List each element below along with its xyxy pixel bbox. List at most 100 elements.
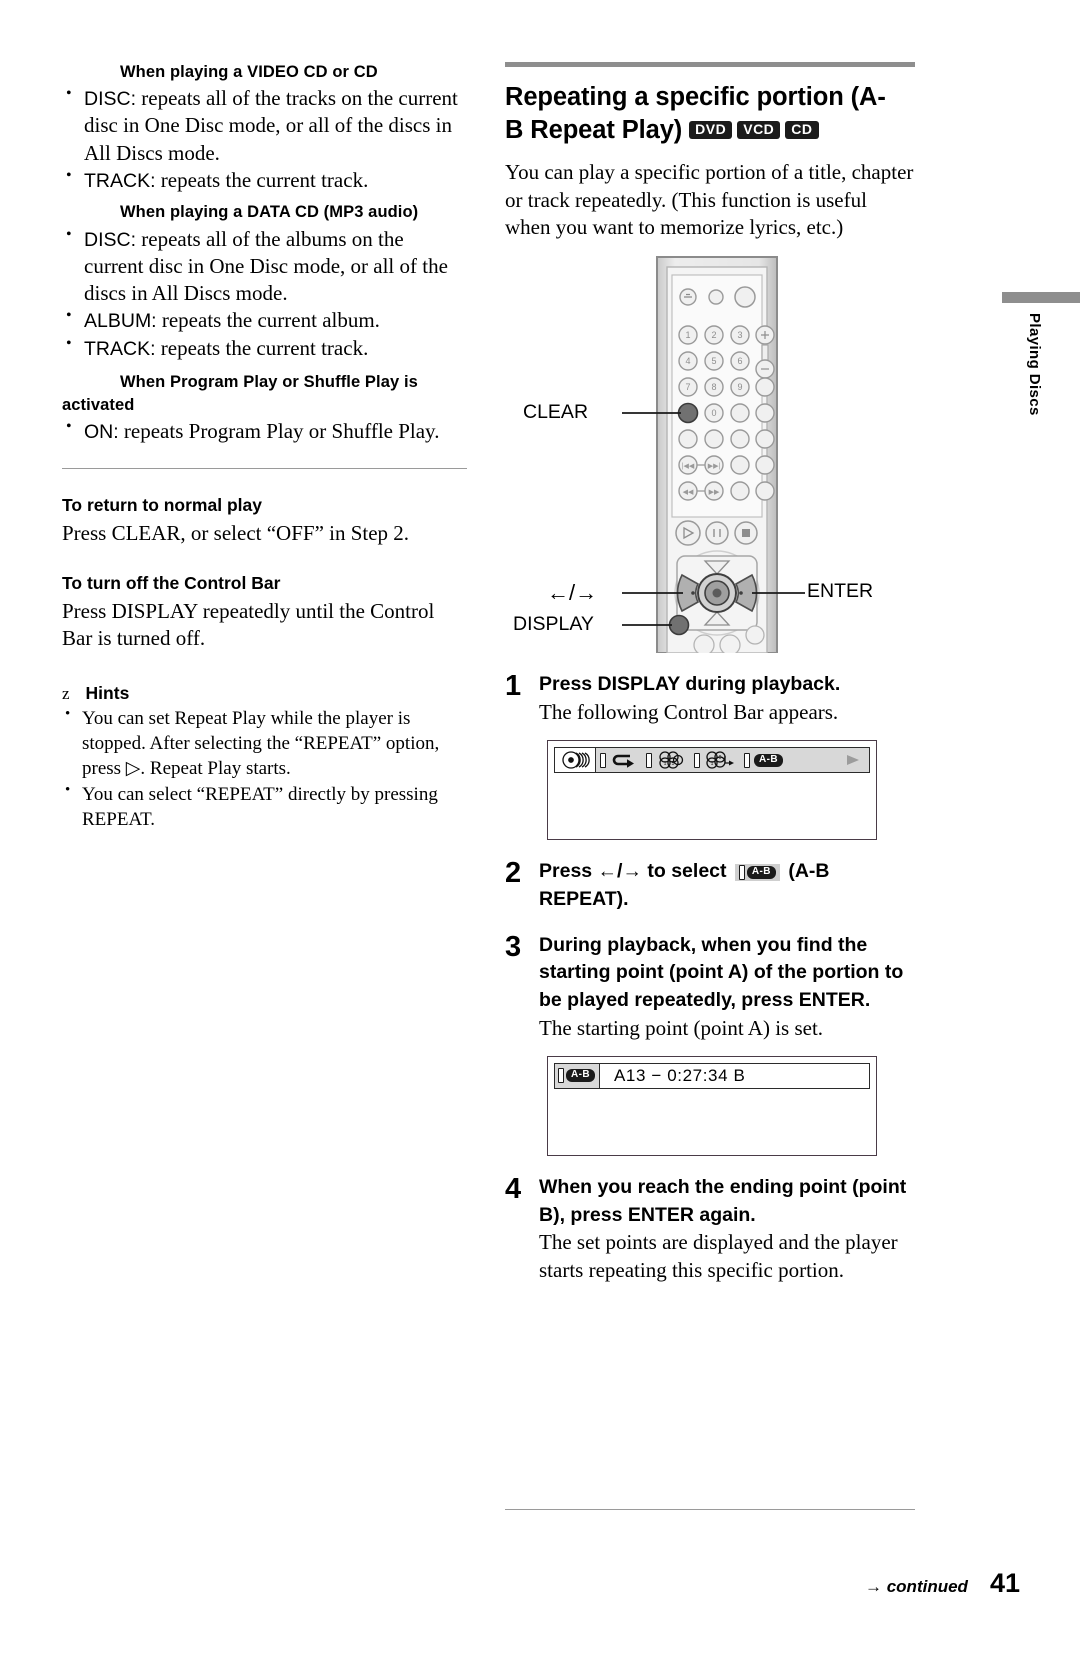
ab-point-screen-mockup: A-B A13 − 0:27:34 B [547,1055,877,1156]
step-4: 4 When you reach the ending point (point… [505,1174,915,1284]
item-text: repeats the current track. [155,168,369,193]
svg-text:▶▶: ▶▶ [709,489,720,496]
manual-page: When playing a VIDEO CD or CD DISC: repe… [0,0,1080,1677]
footer-divider [505,1509,915,1510]
data-cd-heading: When playing a DATA CD (MP3 audio) [120,203,419,222]
svg-text:6: 6 [737,356,742,366]
section-title-line1: Repeating a specific portion (A- [505,83,886,111]
ab-repeat-label: A-B [566,1069,595,1083]
step-detail: The starting point (point A) is set. [539,1015,824,1040]
item-label: ALBUM: [84,310,157,333]
to-turn-off-heading: To turn off the Control Bar [62,572,281,593]
side-chapter-tab: Playing Discs [1002,292,1080,416]
to-return-body: Press CLEAR, or select “OFF” in Step 2. [62,520,410,545]
item-label: DISC: [84,228,137,251]
item-text: repeats all of the albums on the current… [84,226,448,306]
video-cd-list: DISC: repeats all of the tracks on the c… [62,84,467,194]
ab-point-value: A13 − 0:27:34 B [613,1065,746,1085]
svg-text:5: 5 [711,356,716,366]
item-label: TRACK: [84,170,156,193]
item-text: repeats Program Play or Shuffle Play. [118,419,440,444]
list-item: TRACK: repeats the current track. [62,334,467,362]
control-bar: 15 10 A-B [554,747,870,774]
ab-status-line: A-B A13 − 0:27:34 B [554,1062,870,1089]
to-turn-off-body: Press DISPLAY repeatedly until the Contr… [62,598,435,651]
svg-text:3: 3 [737,330,742,340]
step-number: 1 [505,670,522,703]
program-play-section: When Program Play or Shuffle Play is act… [62,372,467,416]
page-number: 41 [989,1568,1020,1598]
svg-text:1: 1 [711,761,714,767]
step-number: 3 [505,930,522,963]
item-label: DISC: [84,88,137,111]
svg-text:▶▶|: ▶▶| [708,463,721,470]
control-bar-screen-mockup: 15 10 A-B [547,740,877,841]
hints-list: You can set Repeat Play while the player… [62,705,467,832]
section-top-rule [505,62,915,67]
track-number-icon: 15 [642,748,690,772]
svg-text:0: 0 [711,408,716,418]
repeat-arrow-icon [596,748,642,772]
step-1: 1 Press DISPLAY during playback. The fol… [505,671,915,726]
data-cd-list: DISC: repeats all of the albums on the c… [62,225,467,363]
list-item: DISC: repeats all of the albums on the c… [62,225,467,308]
side-tab-bar [1002,292,1080,303]
badge-dvd: DVD [689,120,733,140]
callout-left-right-arrows: ←/→ [547,580,598,606]
video-cd-heading: When playing a VIDEO CD or CD [120,63,378,81]
item-text: repeats the current album. [156,308,380,333]
list-item: ON: repeats Program Play or Shuffle Play… [62,417,467,445]
svg-text:2: 2 [711,330,716,340]
step-instruction: Press DISPLAY during playback. [539,673,841,696]
step-instruction-pre: Press ←/→ to select [539,860,727,883]
svg-text:8: 8 [711,382,716,392]
step-instruction: During playback, when you find the start… [539,933,904,1011]
list-item: TRACK: repeats the current track. [62,166,467,194]
step-2: 2 Press ←/→ to select A-B (A-B REPEAT). [505,858,915,913]
ab-repeat-icon-inline: A-B [734,864,780,882]
list-item: You can select “REPEAT” directly by pres… [62,781,467,832]
svg-text:0: 0 [719,755,722,761]
side-tab-label: Playing Discs [1026,313,1043,416]
svg-text:7: 7 [685,382,690,392]
intro-paragraph: You can play a specific portion of a tit… [505,160,914,239]
svg-text:5: 5 [672,761,675,767]
svg-text:9: 9 [737,382,742,392]
callout-enter: ENTER [807,580,874,603]
callout-display: DISPLAY [513,613,594,636]
left-column: When playing a VIDEO CD or CD DISC: repe… [62,62,467,833]
step-number: 2 [505,857,522,890]
item-text: repeats all of the tracks on the current… [84,86,458,165]
badge-cd: CD [785,120,819,140]
svg-text:1: 1 [664,761,667,767]
callout-clear: CLEAR [523,401,589,424]
step-number: 4 [505,1172,522,1205]
page-title: Repeating a specific portion (A- B Repea… [505,81,915,147]
ab-repeat-label: A-B [746,866,776,880]
disc-stack-icon [555,748,596,773]
svg-text:|◀◀: |◀◀ [682,463,695,470]
badge-vcd: VCD [737,120,781,140]
continued-label: → continued [865,1577,968,1596]
item-text: repeats the current track. [155,335,369,360]
to-return-heading: To return to normal play [62,494,262,515]
program-play-heading-line1: When Program Play or Shuffle Play is [120,373,418,392]
step-detail: The following Control Bar appears. [539,699,839,724]
step-3: 3 During playback, when you find the sta… [505,932,915,1042]
play-triangle-icon [845,748,869,772]
hints-header: z Hints [62,683,467,704]
ab-repeat-icon: A-B [740,748,787,772]
item-label: TRACK: [84,337,156,360]
section-title-line2: B Repeat Play) [505,116,683,145]
step-detail: The set points are displayed and the pla… [539,1230,898,1282]
hints-title: Hints [85,682,130,703]
program-play-heading-line2: activated [62,396,135,415]
ab-repeat-icon: A-B [555,1063,600,1088]
step-instruction: When you reach the ending point (point B… [539,1175,907,1226]
remote-control-diagram: 1 2 3 4 5 6 7 8 9 0 |◀◀ ▶▶| ◀◀ ▶▶ CLEAR ←/→ DI… [505,253,915,656]
svg-text:4: 4 [685,356,690,366]
page-footer: → continued 41 [505,1568,1020,1599]
svg-text:◀◀: ◀◀ [683,489,694,496]
svg-text:1: 1 [685,330,690,340]
list-item: You can set Repeat Play while the player… [62,705,467,781]
